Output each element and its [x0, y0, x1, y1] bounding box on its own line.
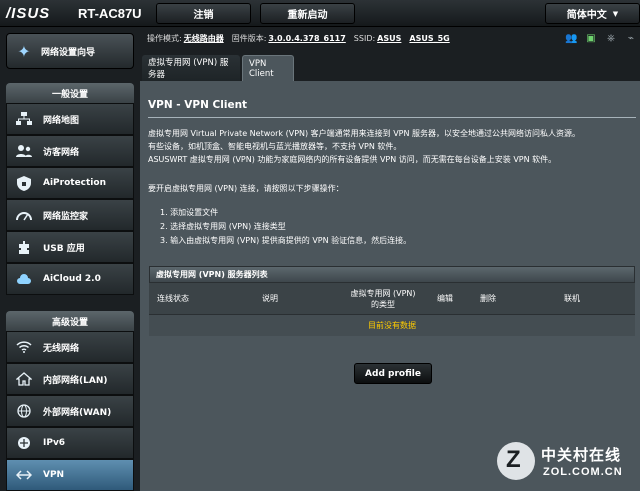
firmware-value-link[interactable]: 3.0.0.4.378_6117 [268, 34, 345, 43]
watermark-cn: 中关村在线 [541, 446, 622, 464]
language-label: 简体中文 [566, 10, 607, 21]
usb-status-icon[interactable]: ⎈ [605, 33, 617, 44]
sidebar-item-network-map[interactable]: 网络地图 [6, 103, 134, 135]
description: 虚拟专用网 Virtual Private Network (VPN) 客户端通… [148, 127, 636, 166]
traffic-monitor-icon [13, 204, 35, 226]
wireless-icon [13, 336, 35, 358]
step-item: 2. 选择虚拟专用网 (VPN) 连接类型 [160, 222, 286, 231]
sidebar-item-label: 网络地图 [43, 115, 80, 126]
zol-logo-letter: Z [506, 446, 521, 473]
wifi-status-icon[interactable]: ⌁ [625, 33, 637, 44]
steps-list: 1. 添加设置文件 2. 选择虚拟专用网 (VPN) 连接类型 3. 输入由虚拟… [160, 206, 411, 248]
col-type: 虚拟专用网 (VPN) 的类型 [343, 283, 423, 314]
steps-intro: 要开启虚拟专用网 (VPN) 连接，请按照以下步骤操作： [148, 184, 344, 193]
advanced-section-title: 高级设置 [6, 311, 134, 331]
ssid-2-link[interactable]: ASUS_5G [409, 34, 449, 43]
tab-bar: 虚拟专用网 (VPN) 服务器 VPN Client [140, 55, 640, 81]
sidebar-item-traffic-monitor[interactable]: 网络监控家 [6, 199, 134, 231]
list-title: 虚拟专用网 (VPN) 服务器列表 [149, 266, 635, 283]
users-icon[interactable]: 👥 [565, 33, 577, 44]
network-status-icon[interactable]: ▣ [585, 33, 597, 44]
col-type-line2: 的类型 [371, 299, 395, 309]
wand-icon: ✦ [17, 41, 31, 61]
add-profile-button[interactable]: Add profile [354, 363, 432, 384]
model-name: RT-AC87U [78, 6, 142, 21]
divider [148, 117, 636, 118]
vpn-client-panel: VPN - VPN Client 虚拟专用网 Virtual Private N… [140, 81, 640, 491]
sidebar-item-label: IPv6 [43, 438, 66, 448]
watermark-en: ZOL.COM.CN [543, 466, 623, 478]
step-item: 1. 添加设置文件 [160, 208, 219, 217]
description-line: 有些设备，如机顶盒、智能电视机与蓝光播放器等，不支持 VPN 软件。 [148, 142, 402, 151]
sidebar-item-guest-network[interactable]: 访客网络 [6, 135, 134, 167]
quick-setup-button[interactable]: ✦ 网络设置向导 [6, 33, 134, 69]
list-header-row: 连线状态 说明 虚拟专用网 (VPN) 的类型 编辑 删除 联机 [149, 283, 635, 315]
mode-value-link[interactable]: 无线路由器 [184, 33, 224, 44]
lan-icon [13, 368, 35, 390]
wan-icon [13, 400, 35, 422]
zol-watermark: Z 中关村在线 ZOL.COM.CN [497, 440, 637, 488]
vpn-icon [13, 464, 35, 486]
ipv6-icon [13, 432, 35, 454]
aiprotection-icon [13, 172, 35, 194]
network-map-icon [13, 108, 35, 130]
reboot-button[interactable]: 重新启动 [260, 3, 355, 24]
col-connect: 联机 [564, 294, 580, 303]
sidebar-item-label: 外部网络(WAN) [43, 407, 112, 418]
sidebar-item-label: USB 应用 [43, 243, 85, 254]
ssid-1-link[interactable]: ASUS [377, 34, 401, 43]
vpn-server-list: 虚拟专用网 (VPN) 服务器列表 连线状态 说明 虚拟专用网 (VPN) 的类… [149, 266, 635, 344]
sidebar-item-label: AiProtection [43, 178, 106, 188]
col-delete: 删除 [480, 294, 496, 303]
sidebar-item-label: AiCloud 2.0 [43, 274, 101, 284]
description-line: ASUSWRT 虚拟专用网 (VPN) 功能为家庭网络内的所有设备提供 VPN … [148, 155, 557, 164]
sidebar-item-aicloud[interactable]: AiCloud 2.0 [6, 263, 134, 295]
sidebar-item-label: 内部网络(LAN) [43, 375, 108, 386]
guest-network-icon [13, 140, 35, 162]
sidebar-item-ipv6[interactable]: IPv6 [6, 427, 134, 459]
sidebar-item-label: 无线网络 [43, 343, 80, 354]
sidebar-item-vpn[interactable]: VPN [6, 459, 134, 491]
aicloud-icon [13, 268, 35, 290]
ssid-key: SSID: [353, 33, 376, 43]
top-bar: /ISUS RT-AC87U 注销 重新启动 简体中文 ▼ [0, 0, 640, 27]
sidebar: ✦ 网络设置向导 一般设置 网络地图 访客网络 AiProtection 网络监… [0, 27, 140, 491]
tab-vpn-client[interactable]: VPN Client [242, 55, 294, 81]
chevron-down-icon: ▼ [612, 9, 619, 18]
sidebar-item-usb-app[interactable]: USB 应用 [6, 231, 134, 263]
col-status: 连线状态 [157, 294, 189, 303]
logout-button[interactable]: 注销 [156, 3, 251, 24]
sidebar-item-wireless[interactable]: 无线网络 [6, 331, 134, 363]
quick-setup-label: 网络设置向导 [41, 47, 96, 58]
sidebar-item-wan[interactable]: 外部网络(WAN) [6, 395, 134, 427]
mode-key: 操作模式: [147, 33, 182, 43]
page-title: VPN - VPN Client [148, 99, 248, 111]
sidebar-item-label: VPN [43, 470, 65, 480]
usb-app-icon [13, 236, 35, 258]
sidebar-item-label: 访客网络 [43, 147, 80, 158]
sidebar-item-label: 网络监控家 [43, 211, 89, 222]
language-select[interactable]: 简体中文 ▼ [545, 3, 640, 24]
main-content: 操作模式: 无线路由器 固件版本: 3.0.0.4.378_6117 SSID:… [140, 27, 640, 491]
col-description: 说明 [262, 294, 278, 303]
description-line: 虚拟专用网 Virtual Private Network (VPN) 客户端通… [148, 129, 581, 138]
sidebar-item-lan[interactable]: 内部网络(LAN) [6, 363, 134, 395]
col-type-line1: 虚拟专用网 (VPN) [350, 288, 416, 298]
step-item: 3. 输入由虚拟专用网 (VPN) 提供商提供的 VPN 验证信息，然后连接。 [160, 236, 412, 245]
asus-logo[interactable]: /ISUS [6, 5, 50, 22]
general-section-title: 一般设置 [6, 83, 134, 103]
col-edit: 编辑 [437, 294, 453, 303]
firmware-key: 固件版本: [231, 33, 267, 43]
empty-row: 目前没有数据 [149, 315, 635, 336]
tab-vpn-server[interactable]: 虚拟专用网 (VPN) 服务器 [142, 55, 240, 81]
sidebar-item-aiprotection[interactable]: AiProtection [6, 167, 134, 199]
